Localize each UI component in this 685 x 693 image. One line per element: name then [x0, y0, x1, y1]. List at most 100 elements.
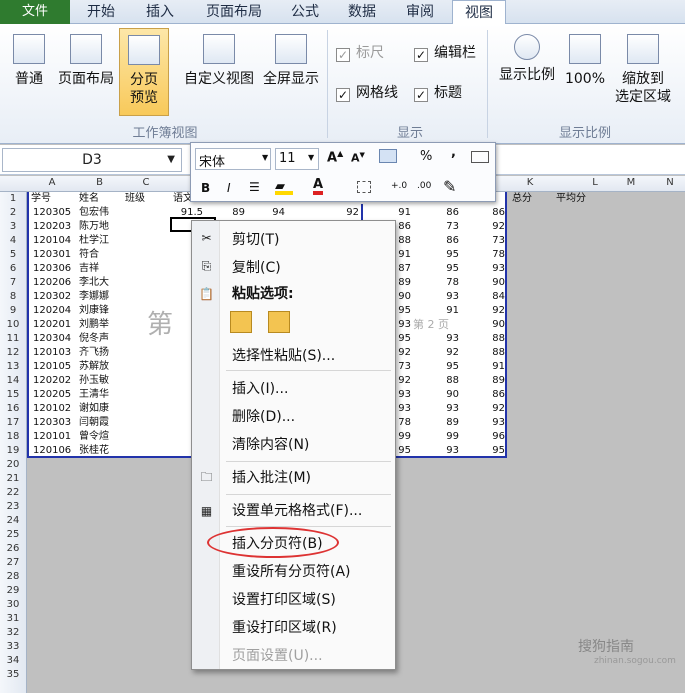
table-cell[interactable]: 齐飞扬	[79, 346, 109, 360]
menu-item-insert[interactable]: 插入(I)...	[232, 378, 288, 400]
table-cell[interactable]: 91	[475, 360, 505, 374]
table-cell[interactable]: 91.5	[173, 206, 203, 220]
gridlines-checkbox[interactable]: ✓ 网格线	[336, 84, 398, 102]
row-header[interactable]: 24	[0, 514, 26, 528]
table-cell[interactable]: 杜学江	[79, 234, 109, 248]
table-cell[interactable]: 95	[475, 444, 505, 458]
row-header[interactable]: 35	[0, 668, 26, 682]
format-painter-table-icon[interactable]	[379, 149, 397, 163]
table-cell[interactable]: 91	[381, 206, 411, 220]
font-name-select[interactable]: 宋体 ▼	[195, 148, 271, 170]
increase-decimal-icon[interactable]: +.0	[391, 181, 407, 191]
table-cell[interactable]: 120306	[33, 262, 71, 276]
column-header[interactable]: L	[580, 177, 610, 188]
decrease-font-icon[interactable]: A▼	[351, 151, 365, 165]
row-header[interactable]: 32	[0, 626, 26, 640]
table-cell[interactable]: 90	[475, 276, 505, 290]
menu-item-cut[interactable]: 剪切(T)	[232, 229, 279, 251]
table-cell[interactable]: 86	[475, 206, 505, 220]
table-cell[interactable]: 120205	[33, 388, 71, 402]
tab-page-layout[interactable]: 页面布局	[194, 0, 274, 24]
table-cell[interactable]: 86	[429, 206, 459, 220]
headings-checkbox[interactable]: ✓ 标题	[414, 84, 462, 102]
row-header[interactable]: 33	[0, 640, 26, 654]
row-header[interactable]: 11	[0, 332, 26, 346]
row-header[interactable]: 22	[0, 486, 26, 500]
table-cell[interactable]: 89	[475, 374, 505, 388]
header-cell[interactable]: 姓名	[79, 192, 99, 206]
table-cell[interactable]: 倪冬声	[79, 332, 109, 346]
table-cell[interactable]: 73	[429, 220, 459, 234]
tab-data[interactable]: 数据	[336, 0, 388, 24]
table-cell[interactable]: 96	[475, 430, 505, 444]
row-header[interactable]: 19	[0, 444, 26, 458]
row-header[interactable]: 10	[0, 318, 26, 332]
table-cell[interactable]: 120103	[33, 346, 71, 360]
table-cell[interactable]: 120206	[33, 276, 71, 290]
fill-color-icon[interactable]: ▰	[275, 179, 293, 195]
table-cell[interactable]: 120202	[33, 374, 71, 388]
menu-item-insert-comment[interactable]: 插入批注(M)	[232, 467, 311, 489]
row-header[interactable]: 3	[0, 220, 26, 234]
menu-item-reset-print-area[interactable]: 重设打印区域(R)	[232, 617, 337, 639]
header-cell[interactable]: 班级	[125, 192, 145, 206]
row-header[interactable]: 16	[0, 402, 26, 416]
formula-bar-checkbox[interactable]: ✓ 编辑栏	[414, 44, 476, 62]
table-cell[interactable]: 120303	[33, 416, 71, 430]
row-header[interactable]: 25	[0, 528, 26, 542]
table-cell[interactable]: 95	[429, 248, 459, 262]
menu-item-reset-page-breaks[interactable]: 重设所有分页符(A)	[232, 561, 351, 583]
table-cell[interactable]: 120204	[33, 304, 71, 318]
row-header[interactable]: 12	[0, 346, 26, 360]
chevron-down-icon[interactable]: ▼	[167, 149, 175, 171]
table-cell[interactable]: 刘鹏举	[79, 318, 109, 332]
bold-button[interactable]: B	[201, 181, 210, 195]
table-cell[interactable]: 89	[215, 206, 245, 220]
table-cell[interactable]: 谢如康	[79, 402, 109, 416]
tab-insert[interactable]: 插入	[134, 0, 186, 24]
table-cell[interactable]: 李娜娜	[79, 290, 109, 304]
table-cell[interactable]: 88	[475, 332, 505, 346]
row-header[interactable]: 28	[0, 570, 26, 584]
table-cell[interactable]: 闫朝霞	[79, 416, 109, 430]
menu-item-clear-contents[interactable]: 清除内容(N)	[232, 434, 309, 456]
row-header[interactable]: 14	[0, 374, 26, 388]
table-cell[interactable]: 120101	[33, 430, 71, 444]
font-size-select[interactable]: 11 ▼	[275, 148, 319, 170]
header-cell[interactable]: 学号	[31, 192, 51, 206]
table-cell[interactable]: 93	[429, 290, 459, 304]
table-cell[interactable]: 94	[255, 206, 285, 220]
table-cell[interactable]: 刘康锋	[79, 304, 109, 318]
table-cell[interactable]: 包宏伟	[79, 206, 109, 220]
page-break-line[interactable]	[361, 204, 363, 220]
table-cell[interactable]: 73	[475, 234, 505, 248]
table-cell[interactable]: 88	[429, 374, 459, 388]
merge-center-icon[interactable]	[471, 151, 489, 163]
table-cell[interactable]: 张桂花	[79, 444, 109, 458]
table-cell[interactable]: 78	[429, 276, 459, 290]
table-cell[interactable]: 86	[429, 234, 459, 248]
table-cell[interactable]: 李北大	[79, 276, 109, 290]
row-header[interactable]: 1	[0, 192, 26, 206]
table-cell[interactable]: 84	[475, 290, 505, 304]
menu-item-paste-special[interactable]: 选择性粘贴(S)...	[232, 345, 335, 367]
full-screen-button[interactable]: 全屏显示	[258, 34, 324, 88]
row-header[interactable]: 15	[0, 388, 26, 402]
table-cell[interactable]: 78	[475, 248, 505, 262]
table-cell[interactable]: 吉祥	[79, 262, 99, 276]
table-cell[interactable]: 93	[429, 332, 459, 346]
increase-font-icon[interactable]: A▲	[327, 149, 343, 165]
row-header[interactable]: 8	[0, 290, 26, 304]
table-cell[interactable]: 王清华	[79, 388, 109, 402]
menu-item-delete[interactable]: 删除(D)...	[232, 406, 295, 428]
font-color-icon[interactable]: A	[313, 177, 324, 195]
percent-style-button[interactable]: %	[420, 149, 432, 164]
table-cell[interactable]: 93	[429, 402, 459, 416]
paste-values-icon[interactable]	[268, 311, 290, 333]
table-cell[interactable]: 95	[429, 360, 459, 374]
table-cell[interactable]: 120102	[33, 402, 71, 416]
tab-home[interactable]: 开始	[75, 0, 127, 24]
column-header[interactable]: N	[655, 177, 685, 188]
column-header[interactable]: K	[515, 177, 545, 188]
column-header[interactable]: M	[616, 177, 646, 188]
